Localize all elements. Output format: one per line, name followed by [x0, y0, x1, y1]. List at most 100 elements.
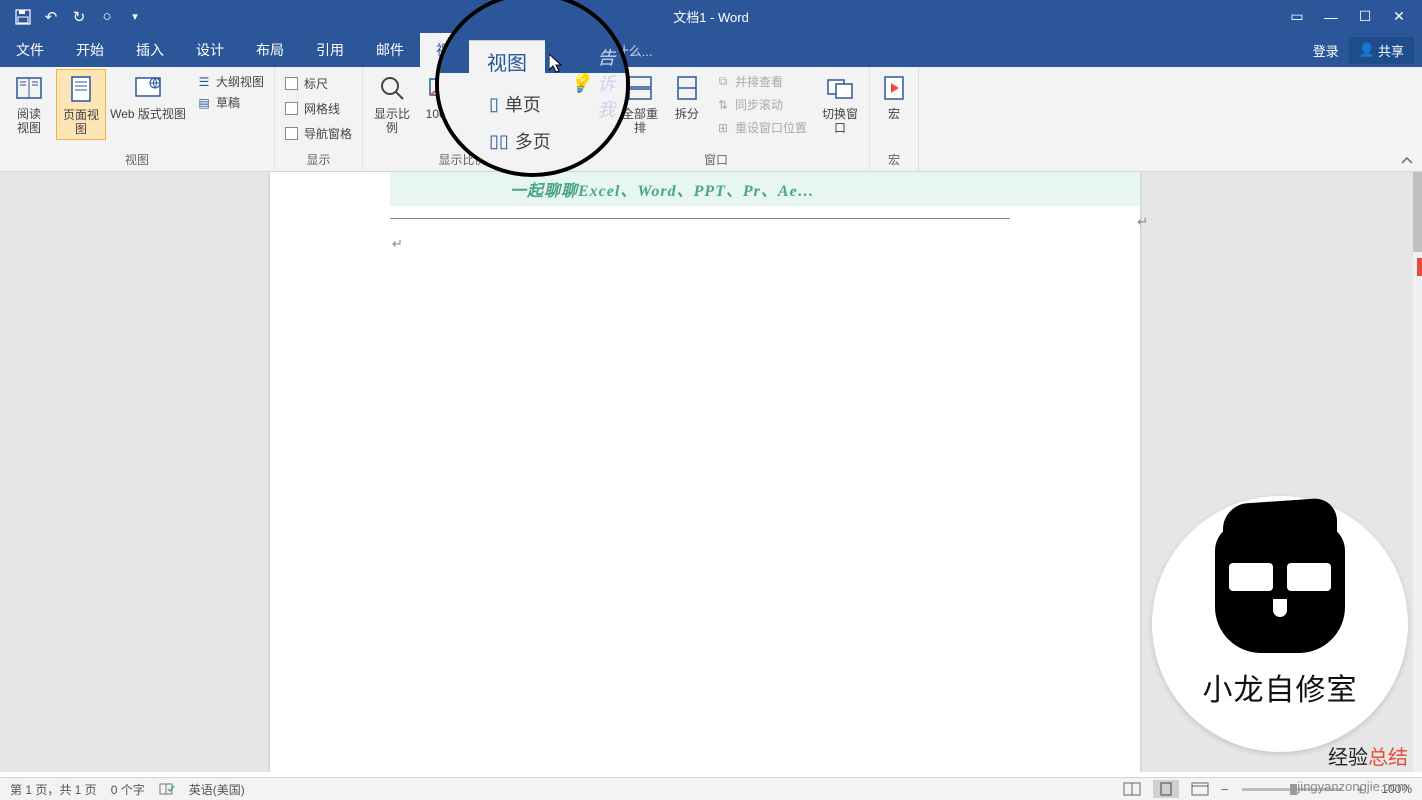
group-views: 阅读 视图 页面视图 Web 版式视图 ☰ 大纲视图: [0, 67, 275, 171]
macros-label: 宏: [888, 107, 900, 121]
scroll-marker: [1417, 258, 1422, 276]
close-button[interactable]: ✕: [1384, 4, 1414, 30]
watermark-name: 小龙自修室: [1203, 665, 1358, 709]
status-language[interactable]: 英语(美国): [189, 781, 245, 798]
web-layout-button[interactable]: Web 版式视图: [108, 69, 188, 123]
side-by-side-button[interactable]: ⧉ 并排查看: [715, 73, 807, 90]
quick-access-toolbar: ↶ ↻ ○ ▾: [0, 0, 148, 33]
status-bar: 第 1 页，共 1 页 0 个字 英语(美国) − + 100%: [0, 777, 1422, 800]
watermark-url: jingyanzongjie.com: [1297, 779, 1408, 794]
new-window-icon: [573, 71, 607, 105]
login-link[interactable]: 登录: [1313, 41, 1339, 60]
scrollbar-thumb[interactable]: [1413, 172, 1422, 252]
share-button[interactable]: 👤 共享: [1349, 37, 1414, 64]
ribbon-options-icon[interactable]: ▭: [1282, 4, 1312, 30]
page[interactable]: 一起聊聊Excel、Word、PPT、Pr、Ae… ↵ ↵: [270, 172, 1140, 772]
status-words[interactable]: 0 个字: [111, 781, 145, 798]
touch-mode-icon[interactable]: ○: [94, 4, 120, 30]
group-views-label: 视图: [4, 149, 270, 171]
zoom-button[interactable]: 显示比例: [367, 69, 417, 138]
new-window-label: 新建窗口: [569, 107, 611, 133]
group-macros: 宏 宏: [870, 67, 919, 171]
tabbar-right: 登录 👤 共享: [1313, 33, 1422, 67]
zoom-out-button[interactable]: −: [1221, 782, 1229, 797]
side-by-side-icon: ⧉: [715, 74, 731, 90]
group-zoom-label: 显示比例: [367, 149, 558, 171]
undo-icon[interactable]: ↶: [38, 4, 64, 30]
group-show-label: 显示: [279, 149, 358, 171]
switch-windows-button[interactable]: 切换窗口: [815, 69, 865, 138]
tab-design[interactable]: 设计: [180, 33, 240, 67]
reset-window-button[interactable]: ⊞ 重设窗口位置: [715, 119, 807, 136]
tab-file[interactable]: 文件: [0, 33, 60, 67]
qat-customize-icon[interactable]: ▾: [122, 4, 148, 30]
maximize-button[interactable]: ☐: [1350, 4, 1380, 30]
outline-view-button[interactable]: ☰ 大纲视图: [196, 73, 264, 90]
hundred-icon: [424, 71, 458, 105]
tab-references[interactable]: 引用: [300, 33, 360, 67]
redo-icon[interactable]: ↻: [66, 4, 92, 30]
split-button[interactable]: 拆分: [667, 69, 707, 123]
lightbulb-icon: 💡: [500, 41, 519, 59]
ruler-label: 标尺: [304, 75, 328, 92]
tab-mailings[interactable]: 邮件: [360, 33, 420, 67]
paragraph-mark-icon: ↵: [1137, 214, 1148, 230]
arrange-all-button[interactable]: 全部重排: [615, 69, 665, 138]
watermark-logo: 小龙自修室: [1152, 496, 1408, 752]
draft-view-button[interactable]: ▤ 草稿: [196, 94, 264, 111]
nav-pane-checkbox[interactable]: 导航窗格: [285, 125, 352, 142]
one-page-label: 单页: [491, 79, 515, 96]
ribbon: 阅读 视图 页面视图 Web 版式视图 ☰ 大纲视图: [0, 67, 1422, 172]
tab-layout[interactable]: 布局: [240, 33, 300, 67]
sync-scroll-button[interactable]: ⇅ 同步滚动: [715, 96, 807, 113]
web-layout-label: Web 版式视图: [110, 107, 186, 121]
arrange-icon: [623, 71, 657, 105]
print-layout-button[interactable]: 页面视图: [56, 69, 106, 140]
avatar-icon: [1215, 523, 1345, 653]
group-window: 新建窗口 全部重排 拆分 ⧉ 并排查看 ⇅: [563, 67, 870, 171]
save-icon[interactable]: [10, 4, 36, 30]
book-icon: [12, 71, 46, 105]
print-layout-view-button[interactable]: [1153, 780, 1179, 798]
sync-label: 同步滚动: [735, 96, 783, 113]
read-mode-button[interactable]: 阅读 视图: [4, 69, 54, 138]
one-page-icon: ▯: [471, 80, 487, 96]
outline-label: 大纲视图: [216, 73, 264, 90]
multi-page-icon: ▯▯: [471, 107, 487, 123]
tell-me-search[interactable]: 💡 告诉我您想要做什么...: [480, 33, 653, 67]
tab-home[interactable]: 开始: [60, 33, 120, 67]
status-proofing[interactable]: [159, 782, 175, 796]
tab-insert[interactable]: 插入: [120, 33, 180, 67]
one-page-button[interactable]: ▯ 单页: [471, 79, 515, 96]
gridlines-checkbox[interactable]: 网格线: [285, 100, 352, 117]
zoom-label: 显示比例: [369, 107, 415, 136]
multi-page-button[interactable]: ▯▯ 多页: [471, 106, 515, 123]
group-show: 标尺 网格线 导航窗格 显示: [275, 67, 363, 171]
page-icon: [64, 72, 98, 106]
print-layout-label: 页面视图: [59, 108, 103, 137]
minimize-button[interactable]: —: [1316, 4, 1346, 30]
ruler-checkbox[interactable]: 标尺: [285, 75, 352, 92]
group-window-label: 窗口: [567, 149, 865, 171]
side-by-side-label: 并排查看: [735, 73, 783, 90]
window-controls: ▭ — ☐ ✕: [1282, 4, 1422, 30]
zoom-100-button[interactable]: 100%: [419, 69, 463, 123]
status-page[interactable]: 第 1 页，共 1 页: [10, 781, 97, 798]
read-mode-label: 阅读 视图: [17, 107, 41, 136]
page-header: 一起聊聊Excel、Word、PPT、Pr、Ae…: [390, 172, 1140, 206]
web-icon: [131, 71, 165, 105]
title-bar: ↶ ↻ ○ ▾ 文档1 - Word ▭ — ☐ ✕: [0, 0, 1422, 33]
watermark-sub-b: 总结: [1368, 741, 1408, 770]
group-macros-label: 宏: [874, 149, 914, 171]
web-layout-view-button[interactable]: [1187, 780, 1213, 798]
new-window-button[interactable]: 新建窗口: [567, 69, 613, 135]
split-icon: [670, 71, 704, 105]
magnifier-icon: [375, 71, 409, 105]
tab-view[interactable]: 视图: [420, 33, 480, 67]
read-mode-view-button[interactable]: [1119, 780, 1145, 798]
collapse-ribbon-button[interactable]: [1400, 155, 1414, 167]
multi-page-label: 多页: [491, 106, 515, 123]
macros-button[interactable]: 宏: [874, 69, 914, 123]
share-label: 共享: [1378, 41, 1404, 60]
ribbon-tabs: 文件 开始 插入 设计 布局 引用 邮件 视图 💡 告诉我您想要做什么... 登…: [0, 33, 1422, 67]
